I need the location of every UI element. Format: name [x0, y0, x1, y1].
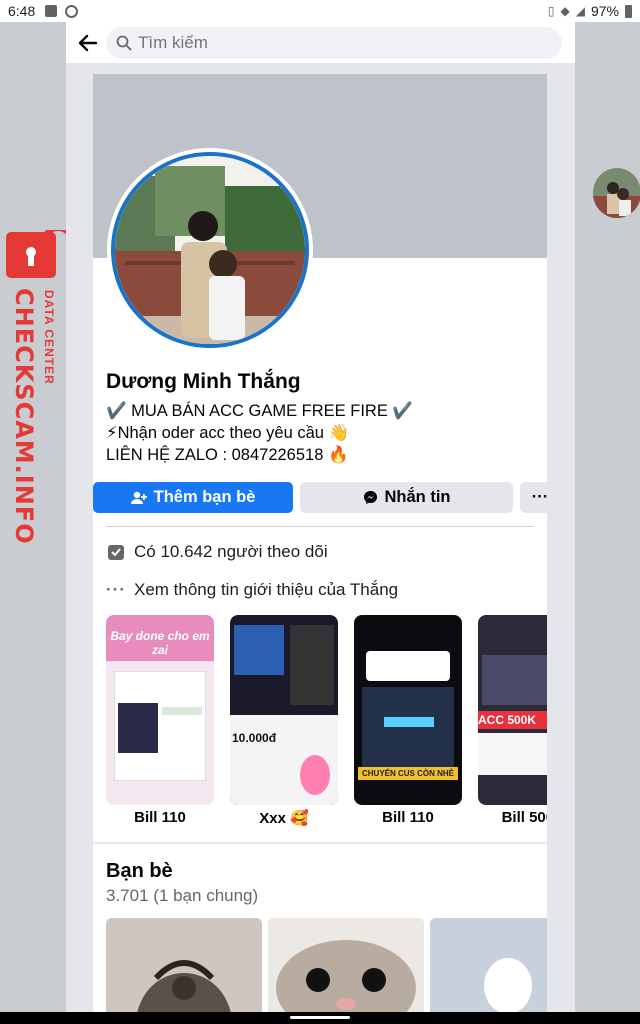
profile-bio: ✔️ MUA BÁN ACC GAME FREE FIRE ✔️ ⚡Nhận o…: [106, 400, 413, 466]
story-item[interactable]: CHUYỂN CUS CÒN NHẺ Bill 110: [354, 615, 462, 826]
status-time: 6:48: [8, 3, 36, 19]
followers-icon: [106, 543, 126, 561]
action-buttons: Thêm bạn bè Nhắn tin ···: [93, 482, 560, 513]
story-item[interactable]: Bay done cho em zai Bill 110: [106, 615, 214, 826]
message-button[interactable]: Nhắn tin: [300, 482, 513, 513]
signal-icon: ◢: [575, 4, 585, 18]
friend-card[interactable]: [268, 918, 424, 1012]
story-overlay-text: Bay done cho em zai: [110, 629, 210, 657]
search-bar[interactable]: [106, 27, 562, 59]
featured-stories: Bay done cho em zai Bill 110 10.000đ Xxx…: [106, 615, 547, 835]
friends-count: 3.701 (1 bạn chung): [106, 886, 259, 905]
home-gesture-handle[interactable]: [290, 1016, 350, 1019]
story-item[interactable]: ACC 500K Bill 500k: [478, 615, 547, 826]
bio-line: ✔️ MUA BÁN ACC GAME FREE FIRE ✔️: [106, 402, 413, 420]
story-caption: Bill 500k: [501, 809, 547, 826]
story-caption: Bill 110: [134, 809, 186, 826]
story-caption: Bill 110: [382, 809, 434, 826]
messenger-notification-icon: [65, 4, 79, 18]
friend-card[interactable]: [430, 918, 547, 1012]
search-icon: [116, 35, 132, 51]
top-bar: [66, 22, 575, 64]
lock-icon: [6, 230, 70, 278]
followers-text: Có 10.642 người theo dõi: [134, 542, 328, 561]
bio-line: ⚡Nhận oder acc theo yêu cầu 👋: [106, 424, 350, 442]
followers-row[interactable]: Có 10.642 người theo dõi: [106, 542, 328, 562]
story-overlay-text: 10.000đ: [232, 731, 277, 745]
battery-icon: [625, 4, 632, 18]
profile-panel: Dương Minh Thắng ✔️ MUA BÁN ACC GAME FRE…: [66, 22, 575, 1012]
friends-title: Bạn bè: [106, 860, 173, 882]
add-friend-icon: [130, 491, 147, 504]
story-thumbnail: 10.000đ: [230, 615, 338, 805]
profile-avatar[interactable]: [107, 148, 313, 352]
ellipsis-icon: ···: [106, 580, 126, 599]
watermark: CHECKSCAM.INFO DATA CENTER: [2, 228, 72, 548]
story-thumbnail: Bay done cho em zai: [106, 615, 214, 805]
divider: [106, 526, 534, 527]
avatar-photo: [111, 152, 309, 348]
bio-line: LIÊN HỆ ZALO : 0847226518 🔥: [106, 446, 349, 464]
back-button[interactable]: [68, 23, 108, 63]
more-button[interactable]: ···: [520, 482, 560, 513]
vibrate-icon: ▯: [547, 4, 555, 18]
story-thumbnail: ACC 500K: [478, 615, 547, 805]
add-friend-button[interactable]: Thêm bạn bè: [93, 482, 293, 513]
gallery-notification-icon: [45, 5, 58, 17]
story-overlay-text: CHUYỂN CUS CÒN NHẺ: [358, 767, 458, 780]
profile-name: Dương Minh Thắng: [106, 370, 301, 393]
message-label: Nhắn tin: [384, 488, 451, 506]
story-thumbnail: CHUYỂN CUS CÒN NHẺ: [354, 615, 462, 805]
friend-card[interactable]: [106, 918, 262, 1012]
section-separator: [93, 842, 547, 844]
battery-level: 97%: [590, 3, 619, 19]
messenger-icon: [363, 490, 377, 505]
friends-grid: [106, 918, 547, 1012]
watermark-sub: DATA CENTER: [42, 290, 56, 385]
story-item[interactable]: 10.000đ Xxx 🥰: [230, 615, 338, 827]
add-friend-label: Thêm bạn bè: [153, 488, 256, 506]
back-arrow-icon: [78, 34, 98, 51]
watermark-brand: CHECKSCAM.INFO: [10, 288, 38, 545]
about-row[interactable]: ··· Xem thông tin giới thiệu của Thắng: [106, 580, 398, 600]
about-text: Xem thông tin giới thiệu của Thắng: [134, 580, 399, 599]
search-input[interactable]: [138, 33, 538, 53]
system-nav-bar: [0, 1012, 640, 1024]
profile-card: Dương Minh Thắng ✔️ MUA BÁN ACC GAME FRE…: [93, 74, 560, 1012]
wifi-icon: ◆: [560, 4, 570, 18]
more-icon: ···: [531, 488, 549, 506]
chat-head-avatar[interactable]: [593, 168, 640, 218]
status-bar: 6:48 ▯ ◆ ◢ 97%: [0, 0, 640, 22]
story-caption: Xxx 🥰: [259, 810, 309, 827]
story-overlay-text: ACC 500K: [478, 711, 547, 729]
